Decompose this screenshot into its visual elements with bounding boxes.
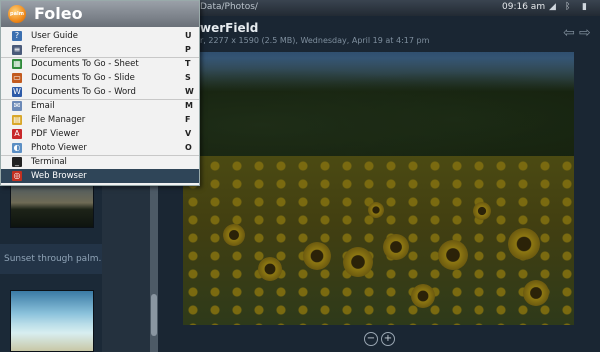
menu-item-label: PDF Viewer <box>31 129 80 139</box>
photo-info: r, 2277 x 1590 (2.5 MB), Wednesday, Apri… <box>200 36 430 45</box>
bluetooth-icon: ᛒ <box>565 2 571 12</box>
photo-trees <box>183 58 574 170</box>
shortcut-key: S <box>185 73 191 82</box>
sunflower <box>223 224 245 246</box>
menu-item-documents-to-go-slide[interactable]: ▭ Documents To Go - Slide S <box>1 71 199 85</box>
menu-item-documents-to-go-word[interactable]: W Documents To Go - Word W <box>1 85 199 100</box>
previous-arrow-icon[interactable]: ⇦ <box>563 25 575 41</box>
menu-item-documents-to-go-sheet[interactable]: ▦ Documents To Go - Sheet T <box>1 57 199 71</box>
shortcut-key: M <box>185 101 193 110</box>
shortcut-key: T <box>185 59 191 68</box>
thumbnail-sunset[interactable] <box>10 182 94 228</box>
slide-icon: ▭ <box>12 73 22 83</box>
word-icon: W <box>12 87 22 97</box>
pdf-icon: A <box>12 129 22 139</box>
shortcut-key: V <box>185 129 192 138</box>
palm-logo[interactable]: palm <box>8 5 26 23</box>
current-path: Data/Photos/ <box>200 2 258 12</box>
shortcut-key: F <box>185 115 191 124</box>
menu-item-email[interactable]: ✉ Email M <box>1 99 199 113</box>
launcher-menu: palm Foleo ? User Guide U ≡ Preferences P ▦ Doc… <box>0 0 200 186</box>
menu-item-label: User Guide <box>31 31 79 41</box>
menu-item-user-guide[interactable]: ? User Guide U <box>1 29 199 43</box>
sunflower <box>343 247 373 277</box>
sunflower <box>383 234 409 260</box>
battery-icon: ▮ <box>582 2 587 12</box>
menu-header: palm Foleo <box>1 1 199 27</box>
thumbnail-beach[interactable] <box>10 290 94 352</box>
terminal-icon: _ <box>12 157 22 167</box>
menu-item-label: Web Browser <box>31 171 87 181</box>
menu-item-file-manager[interactable]: ▤ File Manager F <box>1 113 199 127</box>
zoom-in-button[interactable]: + <box>381 332 395 346</box>
sunflower <box>258 257 282 281</box>
sunflower <box>473 202 491 220</box>
sunflower <box>303 242 331 270</box>
menu-item-label: Photo Viewer <box>31 143 87 153</box>
sunflower-photo <box>183 52 574 325</box>
next-arrow-icon[interactable]: ⇨ <box>579 25 591 41</box>
scrollbar-thumb[interactable] <box>151 294 157 336</box>
menu-item-label: Email <box>31 101 55 111</box>
photo-title: werField <box>200 21 259 35</box>
menu-item-web-browser[interactable]: ◎ Web Browser <box>1 169 199 183</box>
preferences-icon: ≡ <box>12 45 22 55</box>
shortcut-key: P <box>185 45 191 54</box>
signal-icon: ◢ <box>549 2 556 12</box>
menu-item-pdf-viewer[interactable]: A PDF Viewer V <box>1 127 199 141</box>
sunflower <box>438 240 468 270</box>
shortcut-key: W <box>185 87 194 96</box>
clock: 09:16 am <box>502 2 546 12</box>
menu-item-label: Terminal <box>31 157 67 167</box>
zoom-out-button[interactable]: − <box>364 332 378 346</box>
user-guide-icon: ? <box>12 31 22 41</box>
web-browser-icon: ◎ <box>12 171 22 181</box>
brand-title: Foleo <box>34 4 83 23</box>
sheet-icon: ▦ <box>12 59 22 69</box>
email-icon: ✉ <box>12 101 22 111</box>
menu-item-terminal[interactable]: _ Terminal <box>1 155 199 169</box>
menu-item-label: Documents To Go - Slide <box>31 73 135 83</box>
sunflower <box>411 284 435 308</box>
file-manager-icon: ▤ <box>12 115 22 125</box>
menu-item-label: Documents To Go - Sheet <box>31 59 139 69</box>
menu-item-label: Preferences <box>31 45 81 55</box>
sunflower <box>508 228 540 260</box>
menu-item-photo-viewer[interactable]: ◐ Photo Viewer O <box>1 141 199 156</box>
shortcut-key: O <box>185 143 192 152</box>
photo-viewer-icon: ◐ <box>12 143 22 153</box>
sunflower <box>523 280 549 306</box>
shortcut-key: U <box>185 31 192 40</box>
menu-item-preferences[interactable]: ≡ Preferences P <box>1 43 199 58</box>
menu-item-label: File Manager <box>31 115 86 125</box>
sunflower <box>368 202 384 218</box>
menu-item-label: Documents To Go - Word <box>31 87 136 97</box>
